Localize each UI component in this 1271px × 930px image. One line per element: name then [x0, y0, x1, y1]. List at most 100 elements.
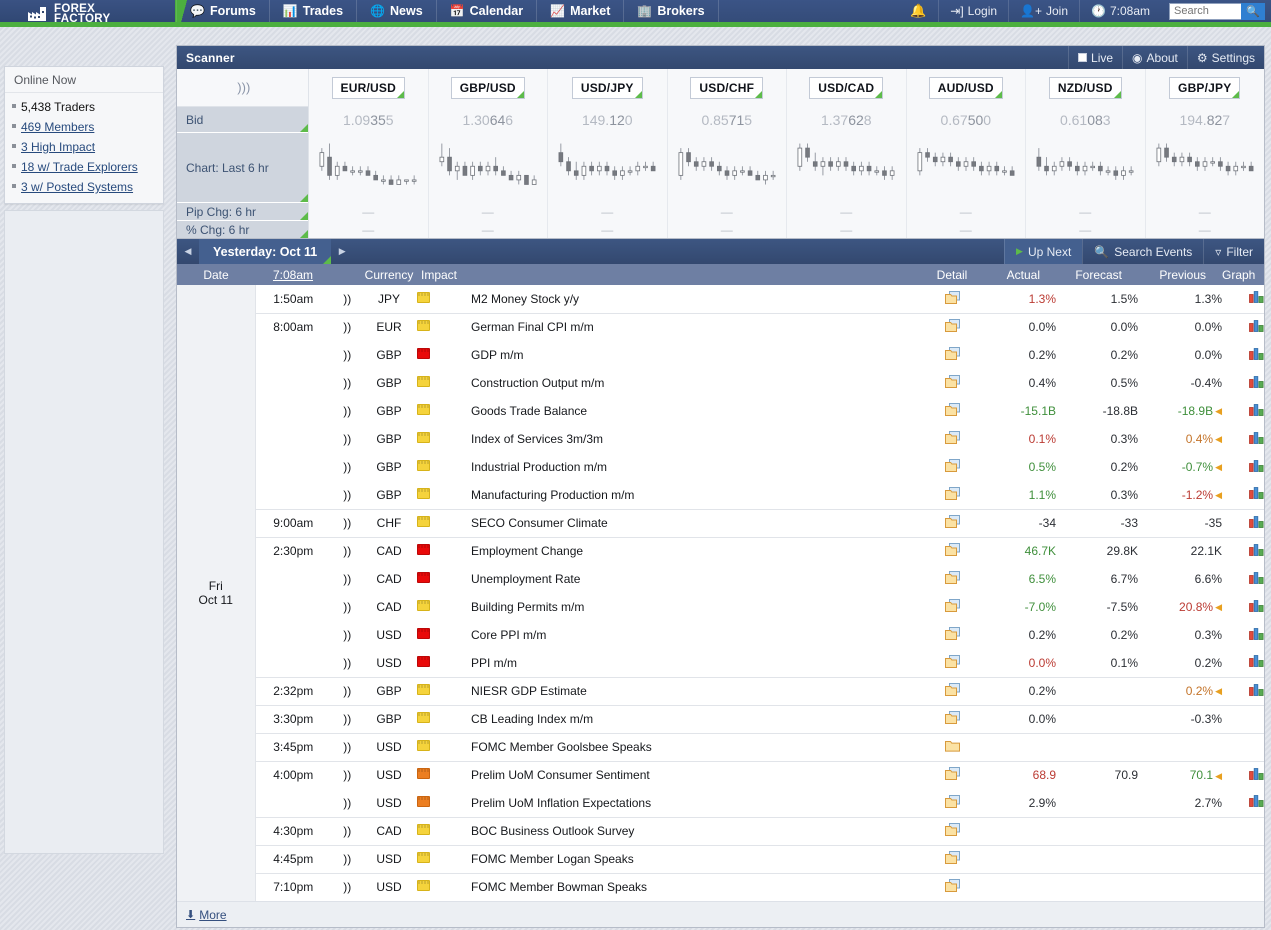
more-button[interactable]: ⬇ More [186, 908, 227, 922]
revised-arrow-icon[interactable]: ◀ [1215, 686, 1222, 696]
event-currency[interactable]: GBP [361, 676, 417, 705]
table-row[interactable]: 3:45pm )) USD FOMC Member Goolsbee Speaks [177, 732, 1264, 761]
impact-yellow-icon[interactable] [417, 740, 431, 751]
nav-item-forums[interactable]: 💬 Forums [176, 0, 270, 22]
table-row[interactable]: 2:32pm )) GBP NIESR GDP Estimate 0.2% 0.2% ◀ [177, 676, 1264, 705]
table-row[interactable]: )) GBP Index of Services 3m/3m 0.1% 0.3% 0.4%… [177, 425, 1264, 453]
table-row[interactable]: )) CAD Unemployment Rate 6.5% 6.7% 6.6% [177, 565, 1264, 593]
graph-bars-icon[interactable] [1249, 291, 1264, 304]
impact-red-icon[interactable] [417, 572, 431, 583]
event-sound-alert-toggle[interactable]: )) [331, 760, 361, 789]
pair-sparkline-chart[interactable] [309, 133, 428, 203]
graph-bars-icon[interactable] [1249, 403, 1264, 416]
impact-yellow-icon[interactable] [417, 432, 431, 443]
scanner-label-bid[interactable]: Bid [177, 107, 308, 133]
nav-item-trades[interactable]: 📊 Trades [270, 0, 358, 22]
search-button[interactable]: 🔍 [1241, 2, 1265, 20]
event-title[interactable]: NIESR GDP Estimate [471, 676, 920, 705]
detail-folder-icon[interactable] [944, 290, 960, 304]
detail-folder-icon[interactable] [944, 431, 960, 444]
graph-bars-icon[interactable] [1249, 599, 1264, 612]
scanner-live-toggle[interactable]: Live [1068, 46, 1122, 69]
graph-bars-icon[interactable] [1249, 459, 1264, 472]
event-title[interactable]: Manufacturing Production m/m [471, 481, 920, 509]
event-currency[interactable]: USD [361, 789, 417, 817]
nav-item-calendar[interactable]: 📅 Calendar [437, 0, 538, 22]
event-currency[interactable]: CHF [361, 508, 417, 537]
table-row[interactable]: )) GBP GDP m/m 0.2% 0.2% 0.0% [177, 341, 1264, 369]
nav-item-market[interactable]: 📈 Market [537, 0, 625, 22]
graph-bars-icon[interactable] [1249, 347, 1264, 360]
event-currency[interactable]: CAD [361, 593, 417, 621]
scanner-label-chart[interactable]: Chart: Last 6 hr [177, 133, 308, 203]
event-sound-alert-toggle[interactable]: )) [331, 369, 361, 397]
event-title[interactable]: CB Leading Index m/m [471, 704, 920, 733]
pair-selector-button[interactable]: GBP/JPY [1169, 77, 1241, 99]
nav-item-news[interactable]: 🌐 News [357, 0, 437, 22]
event-title[interactable]: PPI m/m [471, 649, 920, 677]
event-currency[interactable]: CAD [361, 536, 417, 565]
detail-folder-icon[interactable] [944, 711, 960, 724]
event-sound-alert-toggle[interactable]: )) [331, 312, 361, 341]
pair-selector-button[interactable]: NZD/USD [1048, 77, 1122, 99]
event-sound-alert-toggle[interactable]: )) [331, 565, 361, 593]
graph-bars-icon[interactable] [1249, 683, 1264, 696]
revised-arrow-icon[interactable]: ◀ [1215, 602, 1222, 612]
detail-folder-icon[interactable] [944, 486, 960, 500]
detail-folder-icon[interactable] [944, 627, 960, 640]
event-sound-alert-toggle[interactable]: )) [331, 844, 361, 873]
pair-sparkline-chart[interactable] [907, 133, 1026, 203]
event-title[interactable]: German Final CPI m/m [471, 312, 920, 341]
notifications-bell-button[interactable]: 🔔 [898, 0, 938, 22]
previous-day-button[interactable]: ◀ [177, 239, 199, 264]
table-row[interactable]: 9:00am )) CHF SECO Consumer Climate -34 -33 -… [177, 508, 1264, 537]
online-posted-systems-link[interactable]: 3 w/ Posted Systems [21, 180, 133, 194]
pair-sparkline-chart[interactable] [429, 133, 548, 203]
search-events-button[interactable]: 🔍 Search Events [1082, 239, 1203, 264]
impact-red-icon[interactable] [417, 628, 431, 639]
table-row[interactable]: 7:10pm )) USD FOMC Member Bowman Speaks [177, 872, 1264, 901]
graph-bars-icon[interactable] [1249, 627, 1264, 640]
table-row[interactable]: )) USD PPI m/m 0.0% 0.1% 0.2% [177, 649, 1264, 677]
event-title[interactable]: Index of Services 3m/3m [471, 425, 920, 453]
online-high-impact-link[interactable]: 3 High Impact [21, 140, 95, 154]
impact-red-icon[interactable] [417, 655, 431, 667]
up-next-button[interactable]: ▶ Up Next [1004, 239, 1083, 264]
login-button[interactable]: ⇥] Login [938, 0, 1008, 22]
graph-bars-icon[interactable] [1249, 767, 1264, 780]
event-currency[interactable]: JPY [361, 285, 417, 313]
search-input[interactable] [1169, 2, 1241, 20]
impact-yellow-icon[interactable] [417, 291, 431, 303]
graph-bars-icon[interactable] [1249, 375, 1264, 388]
detail-folder-icon[interactable] [944, 515, 960, 528]
event-sound-alert-toggle[interactable]: )) [331, 285, 361, 313]
clock-display[interactable]: 🕐 7:08am [1079, 0, 1161, 22]
impact-yellow-icon[interactable] [417, 487, 431, 499]
graph-bars-icon[interactable] [1249, 487, 1264, 500]
impact-yellow-icon[interactable] [417, 712, 431, 723]
event-title[interactable]: Prelim UoM Consumer Sentiment [471, 760, 920, 789]
table-row[interactable]: Fri Oct 11 1:50am )) JPY M2 Money Stock y/y 1… [177, 285, 1264, 901]
graph-bars-icon[interactable] [1249, 571, 1264, 584]
revised-arrow-icon[interactable]: ◀ [1215, 462, 1222, 472]
impact-yellow-icon[interactable] [417, 376, 431, 387]
pair-sparkline-chart[interactable] [548, 133, 667, 203]
event-sound-alert-toggle[interactable]: )) [331, 621, 361, 649]
graph-bars-icon[interactable] [1249, 515, 1264, 528]
event-currency[interactable]: GBP [361, 341, 417, 369]
detail-folder-icon[interactable] [944, 571, 960, 584]
event-sound-alert-toggle[interactable]: )) [331, 816, 361, 845]
event-sound-alert-toggle[interactable]: )) [331, 397, 361, 425]
event-currency[interactable]: GBP [361, 481, 417, 509]
detail-folder-icon[interactable] [944, 683, 960, 696]
event-currency[interactable]: EUR [361, 312, 417, 341]
event-title[interactable]: Unemployment Rate [471, 565, 920, 593]
nav-item-brokers[interactable]: 🏢 Brokers [624, 0, 719, 22]
event-title[interactable]: Core PPI m/m [471, 621, 920, 649]
table-row[interactable]: )) USD Core PPI m/m 0.2% 0.2% 0.3% [177, 621, 1264, 649]
event-title[interactable]: Industrial Production m/m [471, 453, 920, 481]
impact-red-icon[interactable] [417, 544, 431, 556]
detail-folder-icon[interactable] [944, 879, 960, 893]
table-row[interactable]: )) GBP Construction Output m/m 0.4% 0.5% -0.4… [177, 369, 1264, 397]
impact-yellow-icon[interactable] [417, 320, 431, 332]
